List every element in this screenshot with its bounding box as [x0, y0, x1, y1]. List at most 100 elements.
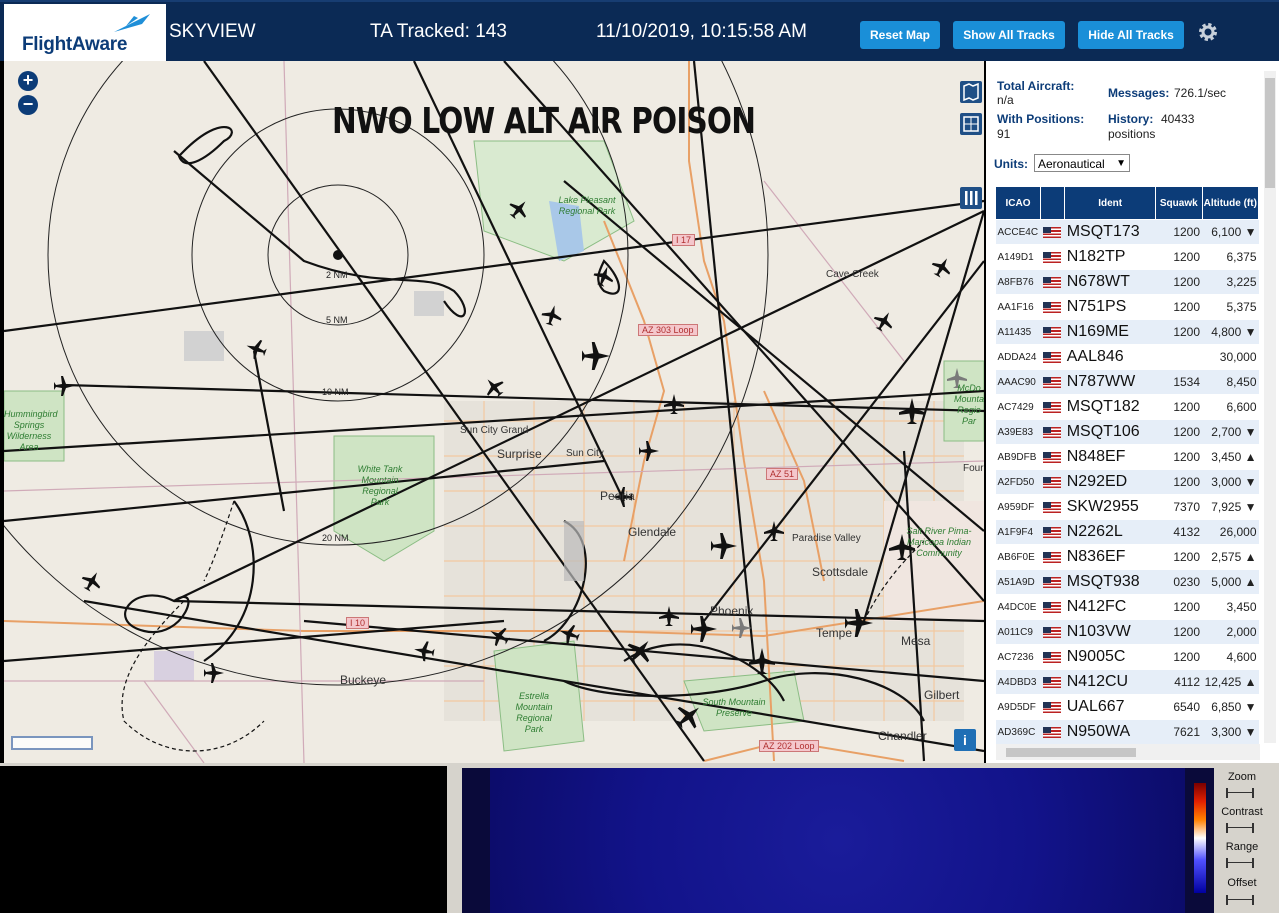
table-row[interactable]: A2FD50 N292ED 1200 3,000 ▼ — [995, 469, 1259, 495]
flag-cell — [1040, 269, 1065, 295]
hide-all-tracks-button[interactable]: Hide All Tracks — [1078, 21, 1184, 49]
us-flag-icon — [1042, 327, 1061, 339]
us-flag-icon — [1042, 677, 1061, 689]
table-row[interactable]: AB6F0E N836EF 1200 2,575 ▲ — [995, 544, 1259, 570]
zoom-out-button[interactable]: − — [18, 95, 38, 115]
squawk-cell: 1200 — [1155, 294, 1203, 320]
overlay-title: NWO LOW ALT AIR POISON — [332, 101, 756, 142]
icao-cell: A959DF — [995, 494, 1041, 520]
table-row[interactable]: A9D5DF UAL667 6540 6,850 ▼ — [995, 694, 1259, 720]
column-toggle-icon[interactable] — [960, 187, 982, 209]
us-flag-icon — [1042, 577, 1061, 589]
icao-cell: AC7429 — [995, 394, 1041, 420]
table-row[interactable]: A1F9F4 N2262L 4132 26,000 — [995, 519, 1259, 545]
us-flag-icon — [1042, 352, 1061, 364]
units-value: Aeronautical — [1038, 157, 1105, 171]
history-label: History: — [1108, 112, 1154, 126]
map-base — [4, 61, 984, 763]
squawk-cell: 4112 — [1155, 669, 1203, 695]
squawk-cell: 1200 — [1155, 244, 1203, 270]
ident-cell: UAL667 — [1064, 694, 1156, 720]
city-label: Phoenix — [710, 604, 754, 618]
range-slider[interactable] — [1226, 858, 1254, 868]
table-row[interactable]: AC7236 N9005C 1200 4,600 — [995, 644, 1259, 670]
us-flag-icon — [1042, 477, 1061, 489]
us-flag-icon — [1042, 602, 1061, 614]
reset-map-button[interactable]: Reset Map — [860, 21, 940, 49]
squawk-cell: 1200 — [1155, 644, 1203, 670]
table-row[interactable]: AAAC90 N787WW 1534 8,450 — [995, 369, 1259, 395]
highway-label: AZ 51 — [766, 468, 799, 480]
table-row[interactable]: ADDA24 AAL846 30,000 — [995, 344, 1259, 370]
flag-cell — [1040, 544, 1065, 570]
offset-slider[interactable] — [1226, 895, 1254, 905]
table-row[interactable]: A39E83 MSQT106 1200 2,700 ▼ — [995, 419, 1259, 445]
altitude-cell: 6,375 — [1202, 244, 1259, 270]
table-row[interactable]: A51A9D MSQT938 0230 5,000 ▲ — [995, 569, 1259, 595]
icao-cell: A2FD50 — [995, 469, 1041, 495]
range-ring-label: 20 NM — [322, 533, 349, 543]
flag-cell — [1040, 319, 1065, 345]
squawk-cell: 1200 — [1155, 619, 1203, 645]
zoom-in-button[interactable]: + — [18, 71, 38, 91]
ident-cell: N412FC — [1064, 594, 1156, 620]
flightaware-logo[interactable]: FlightAware — [4, 4, 166, 61]
icao-cell: A8FB76 — [995, 269, 1041, 295]
ident-cell: MSQT173 — [1064, 219, 1156, 245]
table-row[interactable]: A11435 N169ME 1200 4,800 ▼ — [995, 319, 1259, 345]
icao-cell: AB9DFB — [995, 444, 1041, 470]
table-row[interactable]: A011C9 N103VW 1200 2,000 — [995, 619, 1259, 645]
squawk-cell: 1200 — [1155, 594, 1203, 620]
altitude-cell: 7,925 ▼ — [1202, 494, 1259, 520]
positions-label: With Positions: — [997, 112, 1085, 126]
range-ring-label: 5 NM — [326, 315, 348, 325]
column-header-flag[interactable] — [1039, 186, 1066, 220]
zoom-slider[interactable] — [1226, 788, 1254, 798]
grid-overlay-icon[interactable] — [960, 113, 982, 135]
show-all-tracks-button[interactable]: Show All Tracks — [953, 21, 1065, 49]
squawk-cell: 1200 — [1155, 544, 1203, 570]
brand-name: FlightAware — [22, 34, 128, 55]
info-button[interactable]: i — [954, 729, 976, 751]
flag-cell — [1040, 569, 1065, 595]
column-header-squawk[interactable]: Squawk — [1155, 186, 1203, 220]
park-label: South Mountain Preserve — [702, 697, 766, 718]
map-layers-icon[interactable] — [960, 81, 982, 103]
table-row[interactable]: A4DBD3 N412CU 4112 12,425 ▲ — [995, 669, 1259, 695]
table-row[interactable]: AC7429 MSQT182 1200 6,600 — [995, 394, 1259, 420]
squawk-cell: 7370 — [1155, 494, 1203, 520]
table-scroll-thumb[interactable] — [1006, 748, 1136, 757]
map-view[interactable]: + − NWO LOW ALT AIR POISON i 2 NM 5 NM 1… — [4, 61, 984, 763]
city-label: Four — [963, 463, 984, 474]
messages-value: 726.1/sec — [1174, 86, 1227, 100]
table-row[interactable]: A959DF SKW2955 7370 7,925 ▼ — [995, 494, 1259, 520]
gear-icon[interactable] — [1196, 20, 1220, 44]
table-row[interactable]: AD369C N950WA 7621 3,300 ▼ — [995, 719, 1259, 745]
icao-cell: AC7236 — [995, 644, 1041, 670]
table-row[interactable]: A4DC0E N412FC 1200 3,450 — [995, 594, 1259, 620]
table-row[interactable]: ACCE4C MSQT173 1200 6,100 ▼ — [995, 219, 1259, 245]
table-row[interactable]: A8FB76 N678WT 1200 3,225 — [995, 269, 1259, 295]
column-header-icao[interactable]: ICAO — [995, 186, 1041, 220]
chevron-down-icon: ▼ — [1116, 158, 1126, 169]
table-row[interactable]: AB9DFB N848EF 1200 3,450 ▲ — [995, 444, 1259, 470]
table-row[interactable]: A149D1 N182TP 1200 6,375 — [995, 244, 1259, 270]
squawk-cell: 1200 — [1155, 419, 1203, 445]
flag-cell — [1040, 594, 1065, 620]
ident-cell: N787WW — [1064, 369, 1156, 395]
squawk-cell — [1155, 344, 1203, 370]
altitude-cell: 5,375 — [1202, 294, 1259, 320]
icao-cell: A149D1 — [995, 244, 1041, 270]
column-header-ident[interactable]: Ident — [1064, 186, 1157, 220]
table-row[interactable]: AA1F16 N751PS 1200 5,375 — [995, 294, 1259, 320]
ident-cell: MSQT938 — [1064, 569, 1156, 595]
us-flag-icon — [1042, 252, 1061, 264]
panel-scroll-thumb[interactable] — [1265, 78, 1275, 188]
ident-cell: N836EF — [1064, 544, 1156, 570]
icao-cell: A11435 — [995, 319, 1041, 345]
column-header-altitude[interactable]: Altitude (ft) — [1201, 186, 1260, 220]
flag-cell — [1040, 619, 1065, 645]
contrast-slider[interactable] — [1226, 823, 1254, 833]
aircraft-table: ICAO Ident Squawk Altitude (ft) ACCE4C MS… — [995, 186, 1260, 745]
units-select[interactable]: Aeronautical ▼ — [1034, 154, 1130, 172]
